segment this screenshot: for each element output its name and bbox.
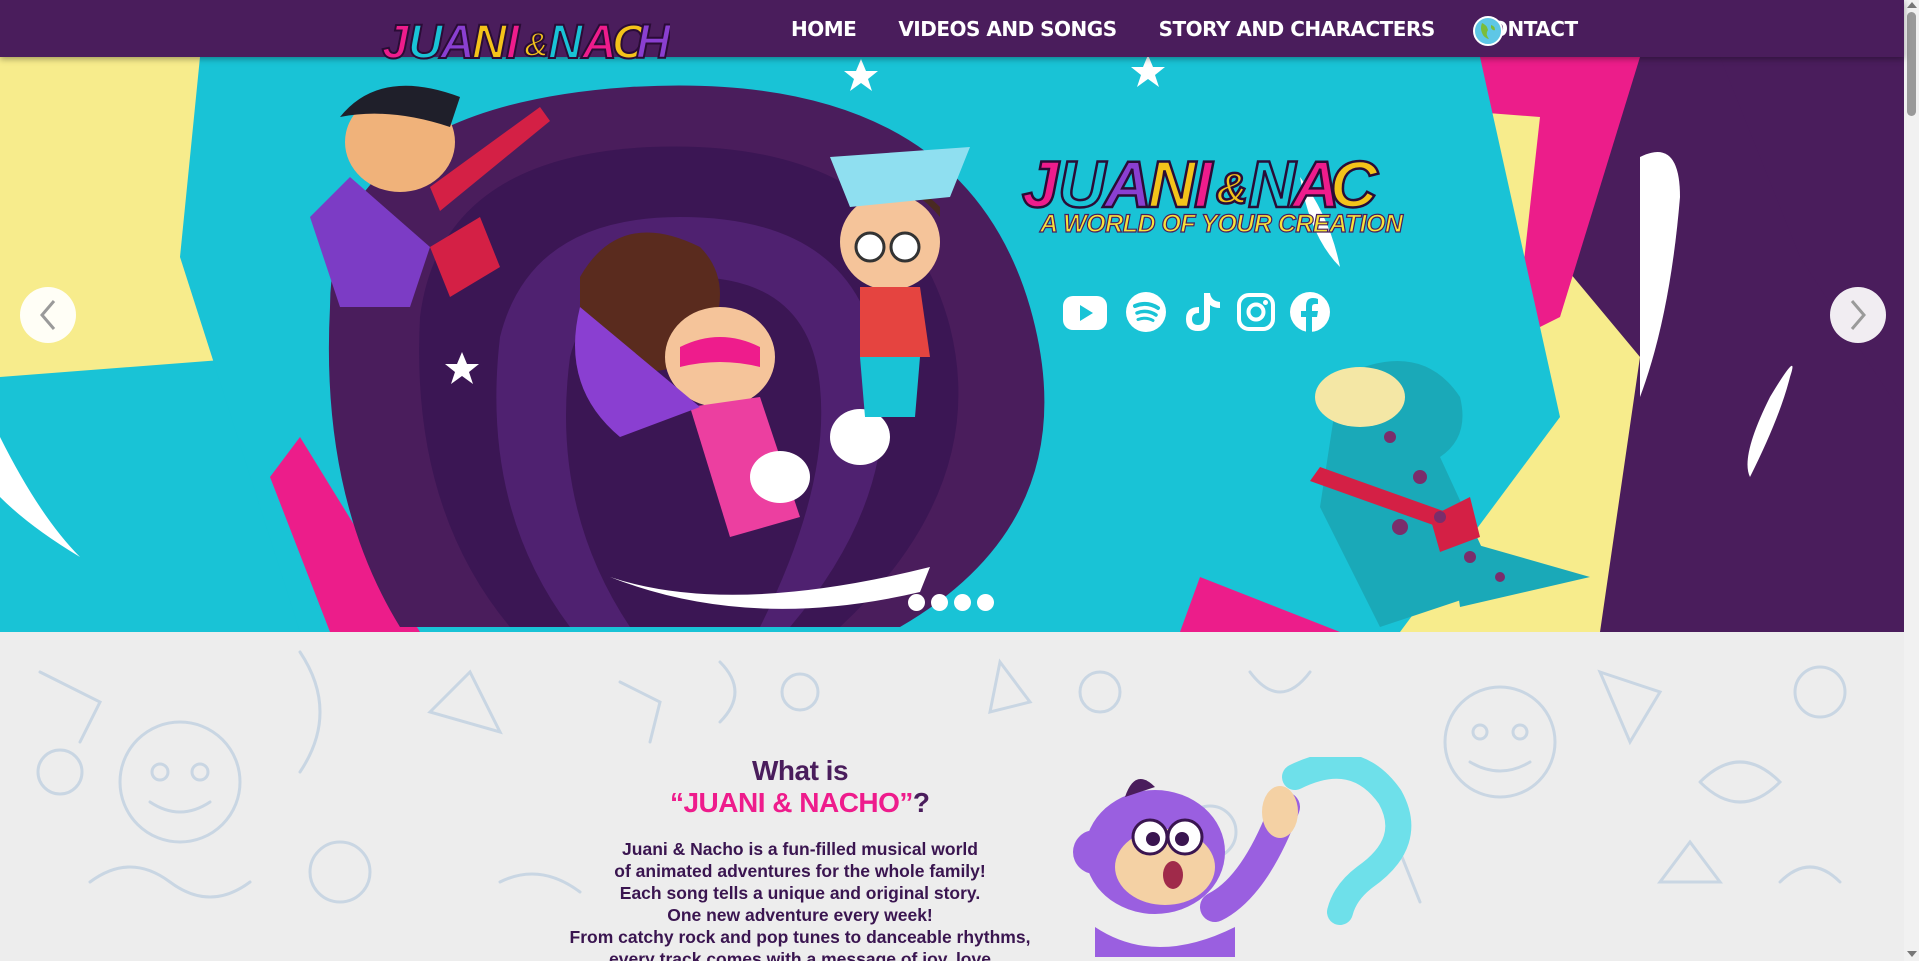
about-title-highlight: “JUANI & NACHO” (669, 787, 913, 818)
chevron-left-icon (40, 300, 56, 330)
svg-text:I: I (506, 16, 521, 69)
carousel-pagination (908, 594, 994, 611)
hero-carousel: J U A N I & N A C A WORLD OF YOUR CREATI… (0, 57, 1904, 632)
about-line: One new adventure every week! (667, 905, 933, 925)
carousel-dot-3[interactable] (954, 594, 971, 611)
scroll-thumb[interactable] (1907, 12, 1916, 116)
svg-text:J: J (382, 16, 410, 69)
about-title-suffix: ? (912, 787, 931, 818)
nav-home[interactable]: HOME (791, 17, 857, 41)
svg-text:N: N (548, 16, 584, 69)
nav-story-and-characters[interactable]: STORY AND CHARACTERS (1159, 17, 1436, 41)
globe-icon[interactable] (1472, 15, 1504, 47)
carousel-prev-button[interactable] (20, 287, 76, 343)
about-title: What is “JUANI & NACHO”? (580, 755, 1020, 824)
facebook-icon[interactable] (1288, 290, 1332, 334)
hero-tagline: A WORLD OF YOUR CREATION (1039, 209, 1403, 238)
carousel-dot-1[interactable] (908, 594, 925, 611)
page-scrollbar[interactable] (1904, 0, 1919, 961)
svg-text:&: & (1216, 164, 1248, 213)
spotify-icon[interactable] (1124, 290, 1168, 334)
about-description: Juani & Nacho is a fun-filled musical wo… (560, 838, 1040, 961)
tiktok-icon[interactable] (1180, 290, 1224, 334)
about-line: Juani & Nacho is a fun-filled musical wo… (622, 839, 978, 859)
hero-illustration (0, 57, 1904, 632)
svg-text:N: N (472, 16, 508, 69)
about-section: What is “JUANI & NACHO”? Juani & Nacho i… (0, 632, 1904, 961)
carousel-dot-4[interactable] (977, 594, 994, 611)
svg-text:U: U (408, 16, 444, 69)
youtube-icon[interactable] (1062, 290, 1108, 336)
carousel-next-button[interactable] (1830, 287, 1886, 343)
top-navigation-bar: J U A N I & N A C H HOME VIDEOS AND SONG… (0, 0, 1904, 70)
about-line: From catchy rock and pop tunes to dancea… (569, 927, 1031, 947)
monkey-illustration (1073, 757, 1412, 957)
nav-videos-and-songs[interactable]: VIDEOS AND SONGS (898, 17, 1117, 41)
about-line: of animated adventures for the whole fam… (614, 861, 986, 881)
about-line: Each song tells a unique and original st… (619, 883, 981, 903)
chevron-right-icon (1850, 300, 1866, 330)
about-title-line1: What is (751, 755, 849, 786)
svg-text:H: H (636, 16, 670, 69)
scroll-down-arrow-icon[interactable] (1907, 951, 1917, 957)
svg-text:&: & (524, 26, 549, 64)
site-logo[interactable]: J U A N I & N A C H (378, 2, 673, 78)
instagram-icon[interactable] (1234, 290, 1278, 334)
svg-text:A: A (439, 16, 475, 69)
scroll-up-arrow-icon[interactable] (1907, 2, 1917, 8)
carousel-dot-2[interactable] (931, 594, 948, 611)
about-line: every track comes with a message of joy,… (609, 949, 991, 961)
